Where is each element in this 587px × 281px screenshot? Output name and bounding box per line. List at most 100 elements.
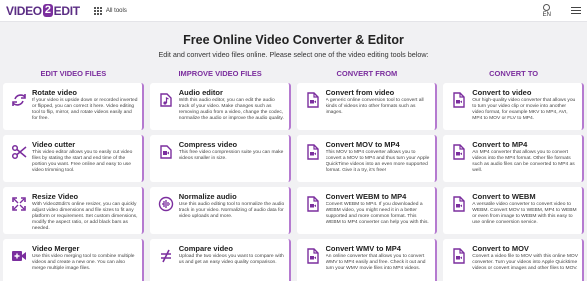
tool-card-text: Video Merger Use this video merging tool …	[32, 245, 138, 281]
tool-card-convert-to-video[interactable]: Convert to video Our high-quality video c…	[443, 83, 584, 130]
tool-card-text: Convert from video A generic online conve…	[326, 89, 432, 127]
tool-card-title[interactable]: Convert WMV to MP4	[326, 245, 432, 253]
tool-card-description: With this audio editor, you can edit the…	[178, 98, 284, 122]
tool-card-description: Upload the two videos you want to compar…	[178, 254, 284, 266]
tool-card-title[interactable]: Audio editor	[179, 89, 285, 97]
tool-card-video-merger[interactable]: Video Merger Use this video merging tool …	[3, 239, 144, 281]
tool-card-description: This free video compression suite you ca…	[178, 150, 284, 162]
file-video-icon	[446, 193, 472, 231]
tool-column-improve-video-files: IMPROVE VIDEO FILES Audio editor With this…	[149, 69, 291, 281]
hamburger-menu-icon[interactable]	[571, 7, 581, 14]
tool-card-title[interactable]: Compress video	[179, 141, 285, 149]
tool-card-title[interactable]: Convert to MOV	[472, 245, 578, 253]
tool-card-text: Convert MOV to MP4 This MOV to MP4 conver…	[326, 141, 432, 179]
tool-card-description: A generic online conversion tool to conv…	[325, 98, 424, 116]
tool-card-description: An MP4 converter that allows you to conv…	[472, 150, 575, 174]
tool-card-title[interactable]: Convert MOV to MP4	[326, 141, 432, 149]
tool-card-text: Convert WEBM to MP4 Convert WEBM to MP4. …	[326, 193, 432, 231]
logo-text-left: VIDEO	[6, 3, 42, 18]
tool-card-title[interactable]: Rotate video	[32, 89, 138, 97]
tool-card-description: This video editor allows you to easily c…	[32, 150, 133, 174]
file-video-icon	[300, 245, 326, 281]
tool-card-rotate-video[interactable]: Rotate video If your video is upside down…	[3, 83, 144, 130]
tool-card-title[interactable]: Convert WEBM to MP4	[326, 193, 432, 201]
tool-card-text: Convert to MP4 An MP4 converter that allo…	[472, 141, 578, 179]
tool-card-title[interactable]: Video Merger	[32, 245, 138, 253]
compress-icon	[153, 141, 179, 179]
rotate-icon	[6, 89, 32, 127]
not-equal-icon	[153, 245, 179, 281]
globe-icon	[543, 3, 551, 11]
tool-card-text: Resize Video With Video2Edit's online res…	[32, 193, 138, 231]
tool-card-text: Compare video Upload the two videos you w…	[179, 245, 285, 281]
scissors-icon	[6, 141, 32, 179]
tool-card-convert-to-webm[interactable]: Convert to WEBM A versatile video convert…	[443, 187, 584, 234]
tool-card-convert-mov-to-mp4[interactable]: Convert MOV to MP4 This MOV to MP4 conver…	[296, 135, 438, 182]
tool-card-compare-video[interactable]: Compare video Upload the two videos you w…	[149, 239, 291, 281]
tool-card-text: Normalize audio Use this audio editing to…	[179, 193, 285, 231]
language-label: EN	[542, 11, 551, 18]
page-title: Free Online Video Converter & Editor	[183, 33, 404, 47]
tool-card-convert-wmv-to-mp4[interactable]: Convert WMV to MP4 An online converter th…	[296, 239, 438, 281]
logo-badge: 2	[42, 4, 53, 17]
tool-card-title[interactable]: Resize Video	[32, 193, 138, 201]
tool-card-description: Convert a video file to MOV with this on…	[472, 254, 578, 272]
file-video-icon	[300, 193, 326, 231]
tool-card-title[interactable]: Convert to video	[472, 89, 578, 97]
tool-card-description: If your video is upside down or recorded…	[32, 98, 138, 122]
column-heading: CONVERT TO	[489, 69, 539, 78]
tool-card-description: Convert WEBM to MP4. If you downloaded a…	[325, 202, 429, 226]
tool-card-description: With Video2Edit's online resizer, you ca…	[32, 202, 138, 231]
tool-card-convert-webm-to-mp4[interactable]: Convert WEBM to MP4 Convert WEBM to MP4. …	[296, 187, 438, 234]
tool-card-title[interactable]: Convert to MP4	[472, 141, 578, 149]
tool-card-text: Convert WMV to MP4 An online converter th…	[326, 245, 432, 281]
tool-column-convert-from: CONVERT FROM Convert from video A generic …	[296, 69, 438, 281]
tool-card-title[interactable]: Convert from video	[326, 89, 432, 97]
tool-card-description: An online converter that allows you to c…	[325, 254, 426, 272]
all-tools-menu[interactable]: All tools	[93, 6, 127, 15]
tool-card-title[interactable]: Compare video	[179, 245, 285, 253]
audio-icon	[153, 89, 179, 127]
column-heading: EDIT VIDEO FILES	[40, 69, 107, 78]
tool-card-text: Rotate video If your video is upside down…	[32, 89, 138, 127]
tool-card-text: Convert to video Our high-quality video c…	[472, 89, 578, 127]
tool-card-convert-from-video[interactable]: Convert from video A generic online conve…	[296, 83, 438, 130]
resize-icon	[6, 193, 32, 231]
tool-card-audio-editor[interactable]: Audio editor With this audio editor, you …	[149, 83, 291, 130]
tool-card-description: Our high-quality video converter that al…	[472, 98, 576, 122]
file-video-icon	[300, 89, 326, 127]
tool-card-title[interactable]: Video cutter	[32, 141, 138, 149]
tool-card-title[interactable]: Normalize audio	[179, 193, 285, 201]
tool-card-convert-to-mov[interactable]: Convert to MOV Convert a video file to MO…	[443, 239, 584, 281]
tool-column-edit-video-files: EDIT VIDEO FILES Rotate video If your vide…	[3, 69, 144, 281]
site-logo[interactable]: VIDEO 2 EDIT	[6, 4, 80, 18]
language-selector[interactable]: EN	[542, 3, 551, 18]
tool-card-description: Use this video merging tool to combine m…	[32, 254, 135, 272]
tool-card-text: Convert to WEBM A versatile video convert…	[472, 193, 578, 231]
tool-card-description: Use this audio editing tool to normalize…	[178, 202, 285, 220]
tool-card-convert-to-mp4[interactable]: Convert to MP4 An MP4 converter that allo…	[443, 135, 584, 182]
tool-card-text: Audio editor With this audio editor, you …	[179, 89, 285, 127]
all-tools-label: All tools	[105, 7, 127, 14]
logo-text-right: EDIT	[53, 3, 80, 18]
tool-card-resize-video[interactable]: Resize Video With Video2Edit's online res…	[3, 187, 144, 234]
tool-card-compress-video[interactable]: Compress video This free video compressio…	[149, 135, 291, 182]
normalize-icon	[153, 193, 179, 231]
tool-card-normalize-audio[interactable]: Normalize audio Use this audio editing to…	[149, 187, 291, 234]
tool-card-description: This MOV to MP4 converter allows you to …	[325, 150, 430, 174]
file-video-icon	[446, 89, 472, 127]
tool-card-text: Convert to MOV Convert a video file to MO…	[472, 245, 578, 281]
tool-card-text: Compress video This free video compressio…	[179, 141, 285, 179]
grid-icon	[93, 6, 102, 15]
page-subtitle: Edit and convert video files online. Ple…	[158, 50, 429, 59]
file-video-icon	[446, 141, 472, 179]
top-navigation-bar: VIDEO 2 EDIT All tools EN	[0, 0, 587, 22]
column-heading: IMPROVE VIDEO FILES	[178, 69, 262, 78]
video-add-icon	[6, 245, 32, 281]
tool-columns: EDIT VIDEO FILES Rotate video If your vide…	[0, 69, 587, 281]
tool-card-title[interactable]: Convert to WEBM	[472, 193, 578, 201]
tool-card-text: Video cutter This video editor allows you…	[32, 141, 138, 179]
tool-card-description: A versatile video converter to convert v…	[472, 202, 577, 226]
tool-card-video-cutter[interactable]: Video cutter This video editor allows you…	[3, 135, 144, 182]
tool-column-convert-to: CONVERT TO Convert to video Our high-quali…	[443, 69, 584, 281]
